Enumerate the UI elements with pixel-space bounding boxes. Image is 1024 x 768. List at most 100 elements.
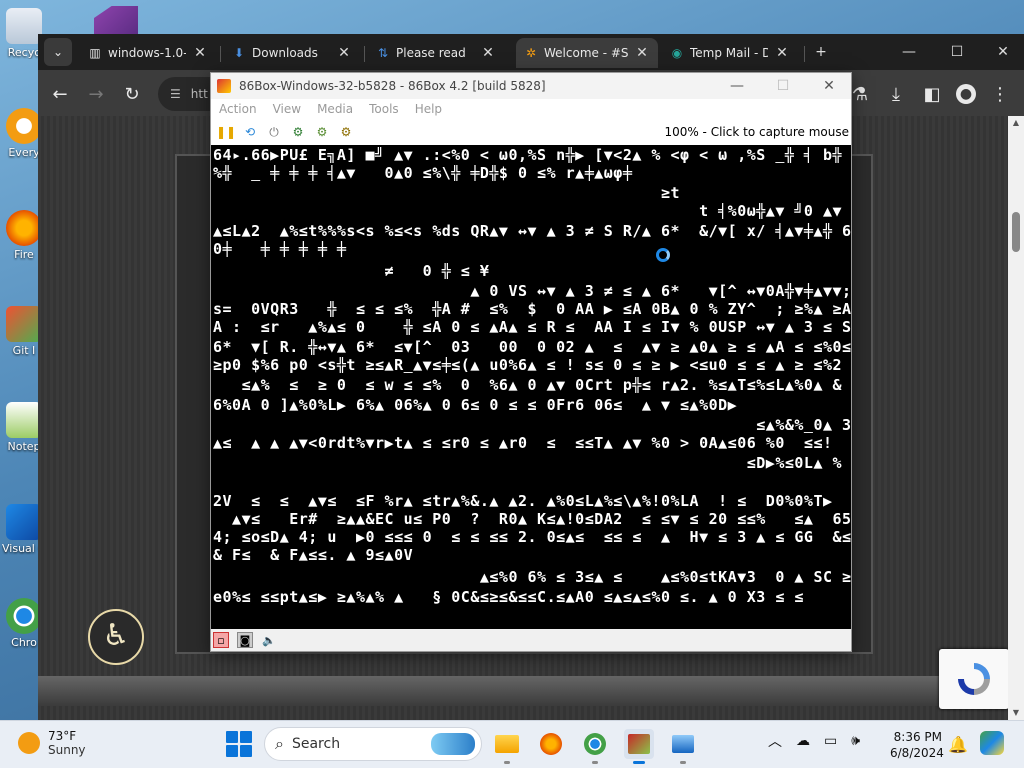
ctrl-alt-del-icon[interactable]: ⟲ (241, 123, 259, 141)
close-icon[interactable]: ✕ (192, 45, 208, 61)
tab-windows[interactable]: ▥ windows-1.0- ✕ (80, 38, 216, 68)
taskbar-firefox[interactable] (536, 729, 566, 759)
decorative-rail (38, 676, 1008, 706)
menu-media[interactable]: Media (317, 102, 353, 116)
downloads-icon[interactable]: ⤓ (882, 80, 910, 108)
minimize-button[interactable]: — (894, 40, 924, 64)
close-icon[interactable]: ✕ (774, 45, 790, 61)
86box-close-button[interactable]: ✕ (807, 73, 851, 99)
chevron-up-icon[interactable]: ︿ (768, 731, 782, 751)
tab-title: Please read (396, 46, 466, 60)
clock-time: 8:36 PM (893, 730, 942, 744)
menu-icon[interactable]: ⋮ (986, 80, 1014, 108)
screen-line: 0╪ ╪ ╪ ╪ ╪ ╪ (213, 241, 347, 257)
close-icon[interactable]: ✕ (634, 45, 650, 61)
screen-line: 4; ≤o≤D▲ 4; u ▶0 ≤≤≤ 0 ≤ ≤ ≤≤ 2. 0≤▲≤ ≤≤… (213, 529, 851, 545)
sort-icon: ⇅ (377, 46, 389, 60)
notification-bell-icon[interactable]: 🔔 (948, 735, 968, 754)
active-indicator (633, 761, 645, 764)
running-indicator (680, 761, 686, 764)
windows-logo-pane (240, 731, 252, 743)
screen-line: ≤▲% ≤ ≥ 0 ≤ w ≤ ≤% 0 %6▲ 0 ▲▼ 0Crt p╬≤ r… (213, 377, 851, 393)
volume-icon[interactable]: 🕪 (851, 733, 860, 749)
archive-icon: ▥ (89, 46, 101, 60)
recycle-bin-icon (6, 8, 42, 44)
close-icon[interactable]: ✕ (336, 45, 352, 61)
tab-welcome[interactable]: ✲ Welcome - #S ✕ (516, 38, 658, 68)
scroll-down-arrow[interactable]: ▼ (1008, 706, 1024, 720)
floppy-drive-icon[interactable]: ▫ (213, 632, 229, 648)
visual-studio-icon[interactable] (94, 6, 138, 36)
chrome-icon (6, 598, 42, 634)
tab-downloads[interactable]: ⬇ Downloads ✕ (224, 38, 360, 68)
tab-please-read[interactable]: ⇅ Please read ✕ (368, 38, 504, 68)
taskbar-clock[interactable]: 8:36 PM 6/8/2024 (890, 729, 944, 761)
capture-mouse-status: 100% - Click to capture mouse (664, 125, 849, 139)
scroll-thumb[interactable] (1012, 212, 1020, 252)
vscode-icon (6, 504, 42, 540)
screen-line: ≤D▶%≤0L▲ % (213, 455, 843, 471)
tab-separator (220, 46, 221, 62)
power-icon[interactable]: ⏻ (265, 123, 283, 141)
hard-reset-icon[interactable]: ⚙ (289, 123, 307, 141)
site-settings-icon[interactable]: ☰ (170, 87, 181, 101)
firefox-icon (6, 210, 42, 246)
menu-action[interactable]: Action (219, 102, 257, 116)
folder-icon (495, 735, 519, 753)
scroll-up-arrow[interactable]: ▲ (1008, 116, 1024, 130)
taskbar-chrome[interactable] (580, 729, 610, 764)
menu-help[interactable]: Help (415, 102, 442, 116)
screen-line: t ╡%0ω╬▲▼ ╝0 ▲▼ z ≤T (213, 203, 851, 219)
86box-window: 86Box-Windows-32-b5828 - 86Box 4.2 [buil… (210, 72, 852, 652)
tab-search-button[interactable]: ⌄ (44, 38, 72, 66)
taskbar-file-explorer[interactable] (492, 729, 522, 764)
emulated-screen[interactable]: 64▸.66▶PU£ E╗A] ■╝ ▲▼ .:<%0 < ω0,%S n╬▶ … (211, 145, 851, 629)
start-button[interactable] (226, 731, 252, 757)
screen-line: ≠ 0 ╬ ≤ ¥ (213, 263, 490, 279)
search-highlight-icon (431, 733, 475, 755)
86box-maximize-button[interactable]: ☐ (761, 73, 805, 99)
cloud-off-icon[interactable]: ☁ (796, 733, 810, 749)
windows-logo-pane (226, 745, 238, 757)
tab-title: windows-1.0- (108, 46, 186, 60)
pause-icon[interactable]: ❚❚ (216, 123, 236, 141)
86box-minimize-button[interactable]: — (715, 73, 759, 99)
taskbar-search[interactable]: ⌕ Search (264, 727, 482, 761)
new-tab-button[interactable]: + (806, 40, 836, 64)
back-button[interactable]: ← (46, 80, 74, 108)
screen-line: 6%0A 0 ]▲%0%L▶ 6%▲ 06%▲ 0 6≤ 0 ≤ ≤ 0Fr6 … (213, 397, 738, 413)
forward-button[interactable]: → (82, 80, 110, 108)
screen-line: %╬ _ ╪ ╪ ╪ ╡▲▼ 0▲0 ≤%\╬ ╪D╬$ 0 ≤% r▲╪▲ωφ… (213, 165, 633, 181)
copilot-icon[interactable] (980, 731, 1004, 755)
screen-line: ≤▲%&%_0▲ 3 (213, 417, 851, 433)
reload-button[interactable]: ↻ (118, 80, 146, 108)
menu-view[interactable]: View (273, 102, 301, 116)
profile-avatar[interactable]: ● (952, 80, 980, 108)
accessibility-button[interactable]: ♿ (88, 609, 144, 665)
tab-separator (364, 46, 365, 62)
windows-logo-pane (240, 745, 252, 757)
menu-tools[interactable]: Tools (369, 102, 399, 116)
machine-settings-icon[interactable]: ⚙ (337, 123, 355, 141)
busy-spinner-icon (656, 248, 670, 262)
maximize-button[interactable]: ☐ (942, 40, 972, 64)
monitor-icon (672, 735, 694, 753)
network-icon[interactable]: ▭ (824, 733, 837, 749)
cdrom-drive-icon[interactable]: ◙ (237, 632, 253, 648)
close-icon[interactable]: ✕ (480, 45, 496, 61)
sound-icon[interactable]: 🔈 (261, 632, 277, 648)
recaptcha-badge[interactable] (939, 649, 1009, 709)
tab-temp-mail[interactable]: ◉ Temp Mail - D ✕ (662, 38, 798, 68)
86box-title: 86Box-Windows-32-b5828 - 86Box 4.2 [buil… (239, 79, 546, 93)
taskbar-remote-desktop[interactable] (668, 729, 698, 764)
taskbar-86box[interactable] (624, 729, 654, 764)
settings-icon[interactable]: ⚙ (313, 123, 331, 141)
weather-widget[interactable]: 73°F Sunny (18, 729, 86, 757)
close-window-button[interactable]: ✕ (988, 40, 1018, 64)
download-icon: ⬇ (233, 46, 245, 60)
tab-title: Temp Mail - D (690, 46, 768, 60)
notepad-icon (6, 402, 42, 438)
search-icon: ⌕ (275, 734, 284, 753)
side-panel-icon[interactable]: ◧ (918, 80, 946, 108)
page-scrollbar[interactable]: ▲ ▼ (1008, 116, 1024, 720)
